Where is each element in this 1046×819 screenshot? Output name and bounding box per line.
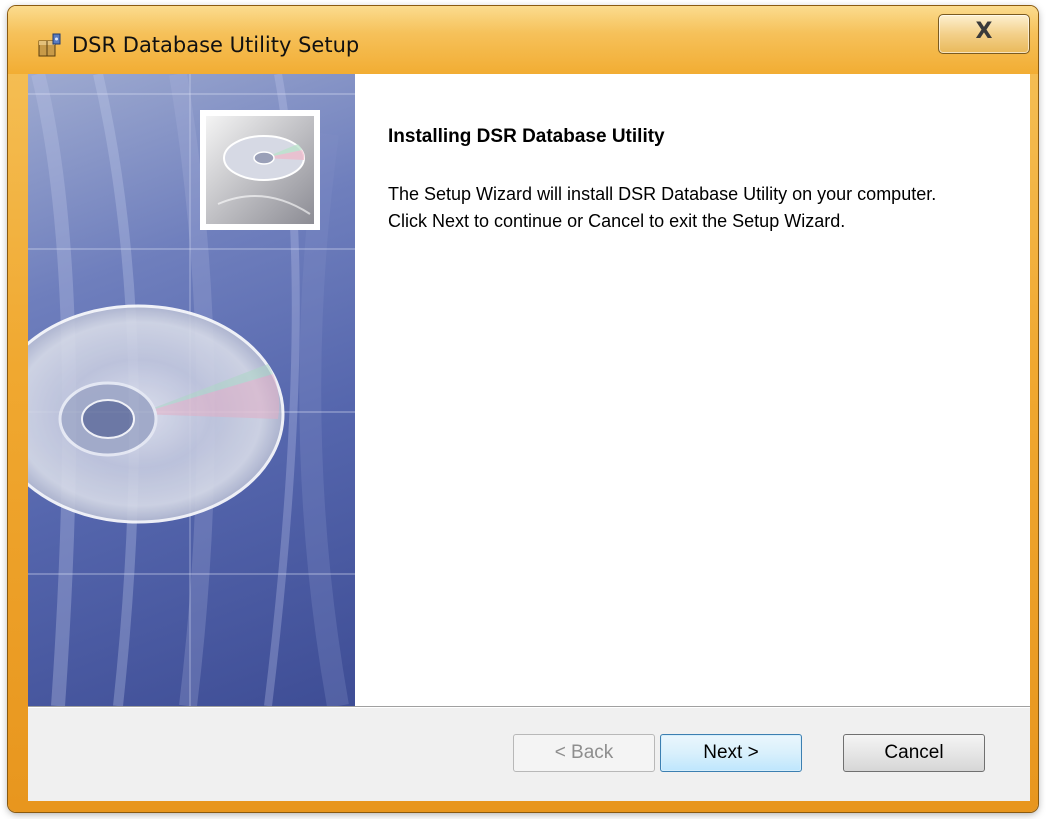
wizard-client-area: Installing DSR Database Utility The Setu…: [28, 74, 1030, 801]
window-title: DSR Database Utility Setup: [72, 33, 360, 57]
page-title: Installing DSR Database Utility: [388, 126, 665, 147]
back-button[interactable]: < Back: [513, 734, 655, 772]
separator: [28, 706, 1030, 708]
wizard-content: Installing DSR Database Utility The Setu…: [355, 74, 1030, 706]
description-text: The Setup Wizard will install DSR Databa…: [388, 184, 937, 231]
title-bar[interactable]: DSR Database Utility Setup X: [8, 6, 1038, 74]
close-button[interactable]: X: [938, 14, 1030, 54]
next-button[interactable]: Next >: [660, 734, 802, 772]
installer-box-icon: [36, 32, 62, 58]
cd-disc-banner: [28, 74, 355, 706]
cancel-button[interactable]: Cancel: [843, 734, 985, 772]
close-icon: X: [975, 19, 993, 44]
cd-box-thumbnail: [200, 110, 320, 230]
setup-window: DSR Database Utility Setup X Installing …: [8, 6, 1038, 812]
